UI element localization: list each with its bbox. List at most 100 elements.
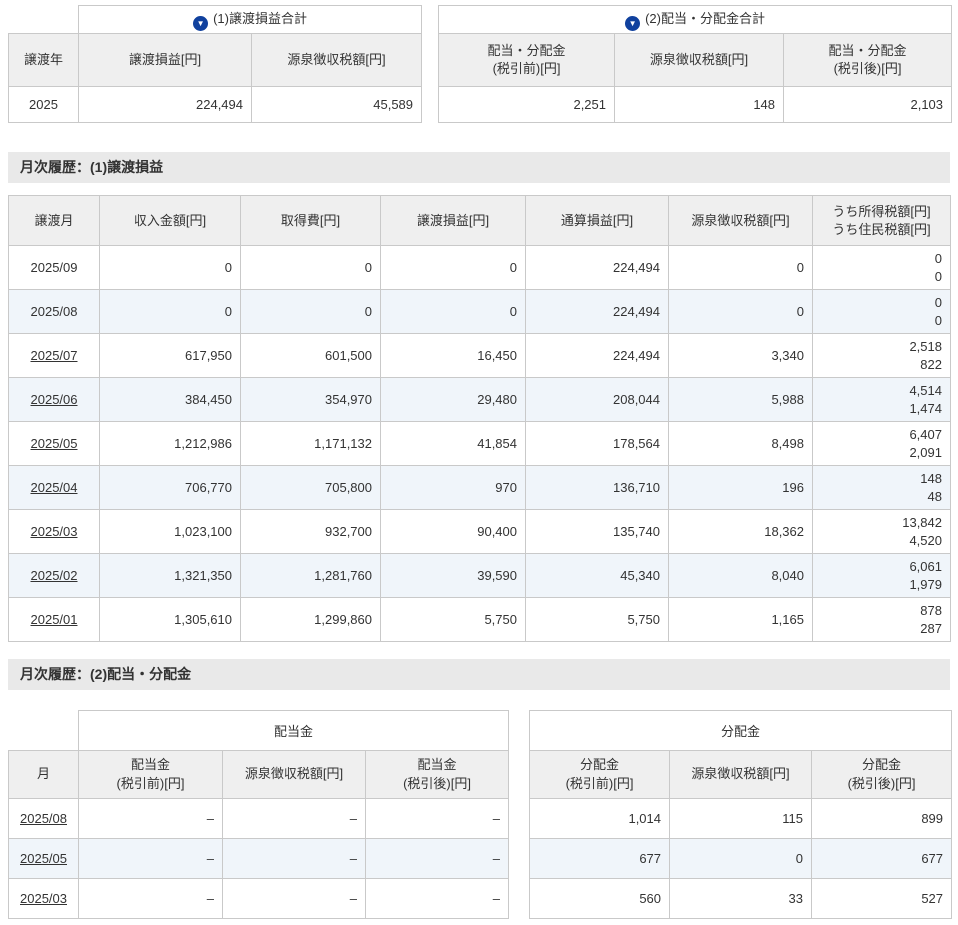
transfer-cost-value: 932,700 [241, 510, 381, 554]
transfer-cumulative-value: 224,494 [526, 290, 669, 334]
col-div-month: 月 [9, 751, 79, 799]
transfer-history-row: 2025/031,023,100932,70090,400135,74018,3… [9, 510, 951, 554]
month-cell: 2025/08 [9, 799, 79, 839]
transfer-tax-breakdown-value: 2,518822 [813, 334, 951, 378]
dividend-tax-value: – [223, 879, 366, 919]
income-tax-value: 0 [821, 294, 942, 312]
section-title-transfer-history: 月次履歴：(1)譲渡損益 [8, 152, 950, 183]
transfer-pl-value: 41,854 [381, 422, 526, 466]
collapse-section-icon[interactable]: ▼ [193, 16, 208, 31]
month-link[interactable]: 2025/01 [31, 612, 78, 627]
section-title-dividend-history: 月次履歴：(2)配当・分配金 [8, 659, 950, 690]
transfer-tax-breakdown-value: 14848 [813, 466, 951, 510]
month-link[interactable]: 2025/07 [31, 348, 78, 363]
distribution-group-title: 分配金 [530, 711, 952, 751]
income-tax-value: 0 [821, 250, 942, 268]
transfer-tax-value: 1,165 [669, 598, 813, 642]
col-dist-before: 分配金 (税引前)[円] [530, 751, 670, 799]
col-cumulative: 通算損益[円] [526, 196, 669, 246]
transfer-income-value: 384,450 [100, 378, 241, 422]
transfer-summary-title-text: (1)譲渡損益合計 [213, 11, 307, 26]
dividend-history-section: 配当金 月 配当金 (税引前)[円] 源泉徴収税額[円] 配当金 (税引後)[円… [8, 710, 950, 919]
month-cell: 2025/07 [9, 334, 100, 378]
collapse-section-icon[interactable]: ▼ [625, 16, 640, 31]
transfer-tax-breakdown-value: 00 [813, 290, 951, 334]
transfer-cumulative-value: 136,710 [526, 466, 669, 510]
resident-tax-value: 1,979 [821, 576, 942, 594]
month-link[interactable]: 2025/04 [31, 480, 78, 495]
transfer-history-row: 2025/07617,950601,50016,450224,4943,3402… [9, 334, 951, 378]
resident-tax-value: 48 [821, 488, 942, 506]
month-link[interactable]: 2025/02 [31, 568, 78, 583]
income-tax-value: 6,407 [821, 426, 942, 444]
col-tax-breakdown: うち所得税額[円] うち住民税額[円] [813, 196, 951, 246]
month-cell: 2025/05 [9, 422, 100, 466]
transfer-tax-breakdown-value: 6,4072,091 [813, 422, 951, 466]
col-transfer-year: 譲渡年 [9, 34, 79, 87]
transfer-history-table: 譲渡月 収入金額[円] 取得費[円] 譲渡損益[円] 通算損益[円] 源泉徴収税… [8, 195, 951, 642]
transfer-history-row: 2025/08000224,494000 [9, 290, 951, 334]
transfer-pl-value: 5,750 [381, 598, 526, 642]
month-link[interactable]: 2025/05 [20, 851, 67, 866]
transfer-pl-value: 90,400 [381, 510, 526, 554]
dividend-history-row: 2025/05––– [9, 839, 509, 879]
dividend-tax-value: 148 [615, 87, 784, 123]
transfer-cost-value: 354,970 [241, 378, 381, 422]
transfer-cost-value: 1,281,760 [241, 554, 381, 598]
month-cell: 2025/03 [9, 510, 100, 554]
transfer-tax-breakdown-value: 00 [813, 246, 951, 290]
month-label: 2025/08 [31, 304, 78, 319]
col-dividend-before: 配当・分配金 (税引前)[円] [439, 34, 615, 87]
transfer-tax-value: 3,340 [669, 334, 813, 378]
transfer-tax-breakdown-value: 6,0611,979 [813, 554, 951, 598]
transfer-pl-value: 0 [381, 246, 526, 290]
month-link[interactable]: 2025/03 [31, 524, 78, 539]
resident-tax-value: 0 [821, 312, 942, 330]
dividend-summary-title-text: (2)配当・分配金合計 [645, 11, 765, 26]
transfer-cost-value: 1,171,132 [241, 422, 381, 466]
transfer-summary-table: ▼(1)譲渡損益合計 譲渡年 譲渡損益[円] 源泉徴収税額[円] 2025 22… [8, 5, 422, 123]
col-div-before: 配当金 (税引前)[円] [79, 751, 223, 799]
distribution-tax-value: 0 [670, 839, 812, 879]
transfer-cumulative-value: 45,340 [526, 554, 669, 598]
transfer-tax-breakdown-value: 878287 [813, 598, 951, 642]
transfer-income-value: 706,770 [100, 466, 241, 510]
income-tax-value: 878 [821, 602, 942, 620]
month-link[interactable]: 2025/08 [20, 811, 67, 826]
dividend-after-value: – [366, 839, 509, 879]
distribution-history-row: 56033527 [530, 879, 952, 919]
distribution-after-value: 527 [812, 879, 952, 919]
dividend-summary-title: ▼ (2)配当・分配金合計 [439, 6, 952, 34]
distribution-history-table: 分配金 分配金 (税引前)[円] 源泉徴収税額[円] 分配金 (税引後)[円] … [529, 710, 952, 919]
month-link[interactable]: 2025/06 [31, 392, 78, 407]
corner-spacer [9, 6, 79, 34]
col-transfer-pl: 譲渡損益[円] [79, 34, 252, 87]
col-month: 譲渡月 [9, 196, 100, 246]
distribution-tax-value: 115 [670, 799, 812, 839]
col-tax: 源泉徴収税額[円] [669, 196, 813, 246]
transfer-tax-value: 5,988 [669, 378, 813, 422]
month-link[interactable]: 2025/03 [20, 891, 67, 906]
month-cell: 2025/04 [9, 466, 100, 510]
dividend-tax-value: – [223, 839, 366, 879]
transfer-income-value: 1,023,100 [100, 510, 241, 554]
transfer-tax-breakdown-value: 4,5141,474 [813, 378, 951, 422]
transfer-cumulative-value: 135,740 [526, 510, 669, 554]
distribution-after-value: 899 [812, 799, 952, 839]
month-cell: 2025/09 [9, 246, 100, 290]
transfer-cost-value: 705,800 [241, 466, 381, 510]
page: ▼(1)譲渡損益合計 譲渡年 譲渡損益[円] 源泉徴収税額[円] 2025 22… [0, 0, 958, 925]
month-cell: 2025/01 [9, 598, 100, 642]
resident-tax-value: 4,520 [821, 532, 942, 550]
col-dividend-tax: 源泉徴収税額[円] [615, 34, 784, 87]
month-link[interactable]: 2025/05 [31, 436, 78, 451]
transfer-tax-value: 45,589 [252, 87, 422, 123]
transfer-cumulative-value: 224,494 [526, 334, 669, 378]
col-dividend-after: 配当・分配金 (税引後)[円] [784, 34, 952, 87]
transfer-income-value: 1,212,986 [100, 422, 241, 466]
dividend-tax-value: – [223, 799, 366, 839]
transfer-cost-value: 0 [241, 290, 381, 334]
transfer-tax-value: 0 [669, 246, 813, 290]
resident-tax-value: 2,091 [821, 444, 942, 462]
col-dist-after: 分配金 (税引後)[円] [812, 751, 952, 799]
